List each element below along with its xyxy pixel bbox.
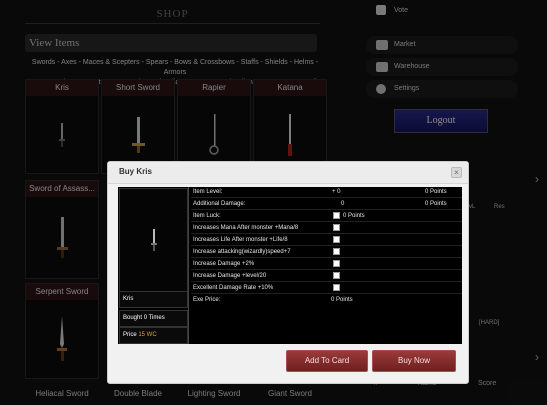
option-item-level: Item Level: + 0 0 Points bbox=[191, 187, 462, 198]
dagger-icon bbox=[150, 229, 157, 251]
item-name-row: Kris bbox=[119, 291, 188, 308]
option-exc-mana: Increases Mana After monster +Mana/8 bbox=[191, 223, 462, 234]
option-exc-damage-pct: Increase Damage +2% bbox=[191, 259, 462, 270]
luck-checkbox[interactable] bbox=[333, 212, 340, 219]
modal-header: Buy Kris × bbox=[108, 162, 468, 184]
item-thumbnail bbox=[119, 188, 188, 292]
option-exc-speed: Increase attacking(wizardly)speed+7 bbox=[191, 247, 462, 258]
price-row: Price 15 WC bbox=[119, 327, 188, 344]
exc-mana-checkbox[interactable] bbox=[333, 224, 340, 231]
bought-count-row: Bought 0 Times bbox=[119, 310, 188, 327]
exc-life-checkbox[interactable] bbox=[333, 236, 340, 243]
item-level-input[interactable]: + 0 bbox=[332, 189, 341, 195]
exc-damage-rate-checkbox[interactable] bbox=[333, 284, 340, 291]
item-options: Item Level: + 0 0 Points Additional Dama… bbox=[191, 187, 462, 307]
add-to-cart-button[interactable]: Add To Card bbox=[286, 350, 368, 372]
buy-item-modal: Buy Kris × Kris Bought 0 Times Price 15 … bbox=[107, 161, 469, 384]
exc-damage-pct-checkbox[interactable] bbox=[333, 260, 340, 267]
exc-damage-level-checkbox[interactable] bbox=[333, 272, 340, 279]
modal-body: Kris Bought 0 Times Price 15 WC Item Lev… bbox=[118, 187, 462, 344]
close-icon[interactable]: × bbox=[451, 167, 462, 178]
item-preview-panel: Kris Bought 0 Times Price 15 WC bbox=[118, 187, 189, 344]
option-exe-price: Exe Price: 0 Points bbox=[193, 297, 353, 303]
modal-title: Buy Kris bbox=[119, 167, 152, 176]
option-exc-life: Increases Life After monster +Life/8 bbox=[191, 235, 462, 246]
exc-speed-checkbox[interactable] bbox=[333, 248, 340, 255]
buy-now-button[interactable]: Buy Now bbox=[372, 350, 456, 372]
option-exc-damage-level: Increase Damage +level/20 bbox=[191, 271, 462, 282]
additional-damage-input[interactable]: 0 bbox=[341, 201, 344, 207]
option-exc-damage-rate: Excellent Damage Rate +10% bbox=[191, 283, 462, 294]
option-additional-damage: Additional Damage: 0 0 Points bbox=[191, 199, 462, 210]
option-item-luck: Item Luck: 0 Points bbox=[191, 211, 462, 222]
